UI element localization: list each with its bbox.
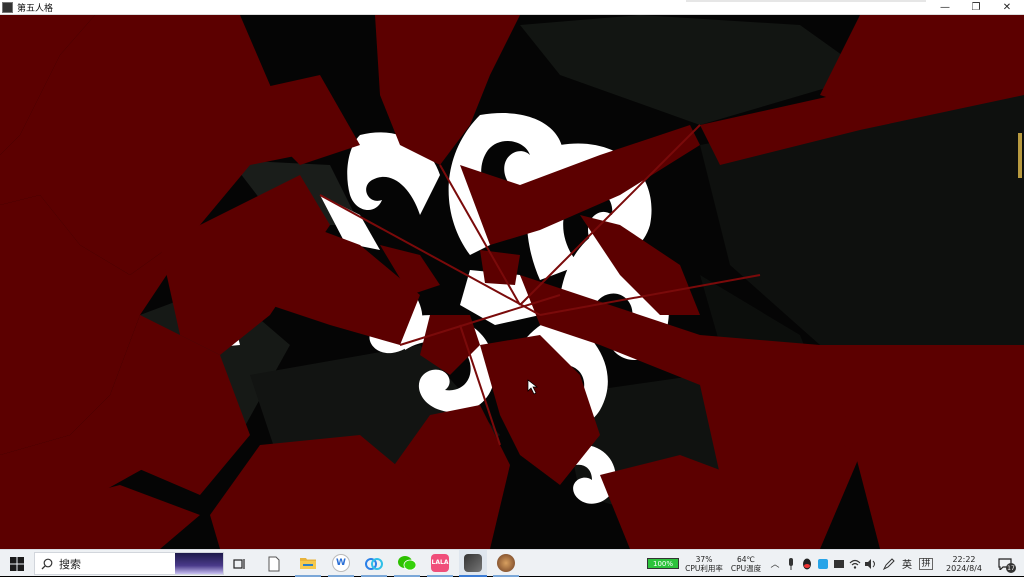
start-button[interactable] — [0, 550, 33, 577]
app-icon — [2, 1, 13, 13]
wps-icon: W — [332, 553, 350, 572]
edge-indicator — [1018, 133, 1022, 178]
game-avatar-button[interactable] — [493, 550, 519, 577]
file-explorer-icon — [300, 558, 316, 569]
notification-center-button[interactable]: 17 — [994, 550, 1016, 577]
cpu-temp-widget[interactable]: 64℃ CPU温度 — [728, 550, 764, 577]
volume-icon[interactable] — [864, 550, 878, 577]
baidu-netdisk-icon — [365, 557, 383, 570]
clock-date: 2024/8/4 — [946, 563, 982, 573]
maximize-button[interactable]: ❐ — [961, 0, 991, 15]
battery-percent: 100% — [652, 559, 673, 568]
battery-icon: 100% — [647, 558, 679, 569]
lala-button[interactable]: LALA — [427, 550, 453, 577]
baidu-netdisk-button[interactable] — [361, 550, 387, 577]
wechat-button[interactable] — [394, 550, 420, 577]
wps-button[interactable]: W — [328, 550, 354, 577]
titlebar-overlay — [686, 0, 926, 2]
notification-count-badge: 17 — [1006, 563, 1016, 573]
search-highlight-image — [175, 553, 223, 574]
cpu-temp-label: CPU温度 — [730, 563, 762, 573]
cpu-usage-value: 37% — [695, 554, 713, 564]
identity-v-icon — [464, 553, 482, 572]
cpu-temp-value: 64℃ — [737, 554, 755, 564]
battery-indicator[interactable]: 100% — [646, 550, 680, 577]
wechat-icon — [398, 555, 416, 570]
ime-mode-label: 拼 — [919, 557, 933, 570]
game-viewport[interactable] — [0, 15, 1024, 549]
search-label: 搜索 — [59, 557, 81, 571]
windows-icon — [9, 556, 24, 571]
qq-icon[interactable] — [800, 550, 814, 577]
file-explorer-button[interactable] — [295, 550, 321, 577]
microphone-icon[interactable] — [785, 550, 797, 577]
task-view-icon — [233, 558, 245, 569]
task-view-button[interactable] — [228, 550, 252, 577]
pen-icon[interactable] — [882, 550, 896, 577]
app-window-icon[interactable] — [832, 550, 846, 577]
window-titlebar: 第五人格 — ❐ ✕ — [0, 0, 1024, 15]
close-button[interactable]: ✕ — [992, 0, 1022, 15]
search-icon — [41, 558, 53, 569]
game-avatar-icon — [497, 553, 515, 572]
ime-language-toggle[interactable]: 英 — [899, 550, 915, 577]
file-button[interactable] — [262, 550, 286, 577]
identity-v-button[interactable] — [459, 550, 487, 577]
window-title: 第五人格 — [17, 3, 54, 14]
ime-mode-toggle[interactable]: 拼 — [918, 550, 934, 577]
cpu-usage-widget[interactable]: 37% CPU利用率 — [683, 550, 725, 577]
clock[interactable]: 22:22 2024/8/4 — [940, 550, 988, 577]
minimize-button[interactable]: — — [930, 0, 960, 15]
taskbar-search[interactable]: 搜索 — [34, 552, 224, 575]
lala-icon: LALA — [431, 553, 449, 572]
cpu-usage-label: CPU利用率 — [685, 563, 723, 573]
wifi-icon[interactable] — [848, 550, 862, 577]
tray-overflow-chevron-icon[interactable]: ︿ — [768, 550, 782, 577]
clock-time: 22:22 — [952, 554, 976, 564]
file-icon — [268, 556, 280, 571]
sync-app-icon[interactable] — [816, 550, 830, 577]
taskbar: 搜索 W LALA 100% 37% CPU利用率 64℃ CPU温度 ︿ 英 … — [0, 549, 1024, 577]
shattered-emblem-scene — [0, 15, 1024, 549]
